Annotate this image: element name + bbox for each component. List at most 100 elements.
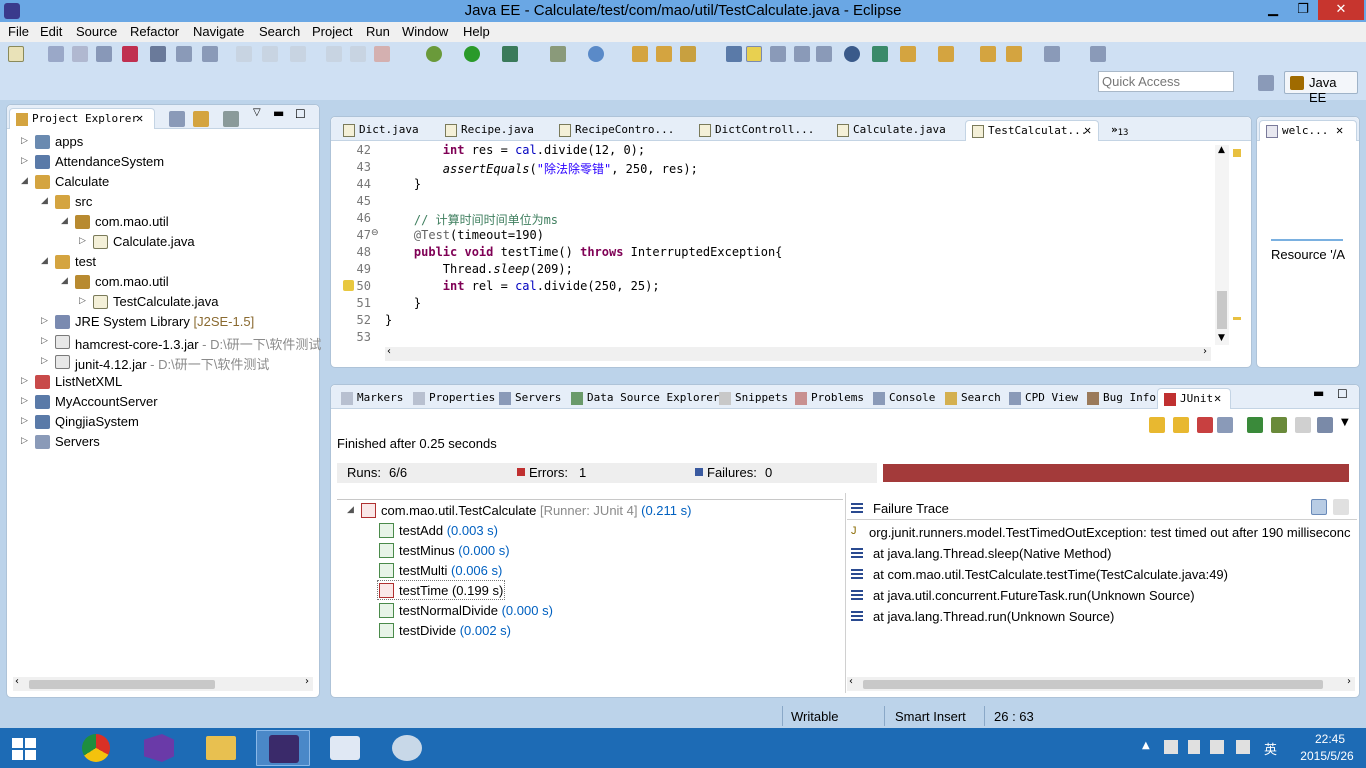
open-web-browser-icon[interactable] xyxy=(588,46,604,62)
view-menu-icon[interactable] xyxy=(223,111,239,127)
menu-file[interactable]: File xyxy=(8,24,29,39)
code-line[interactable]: } xyxy=(385,177,421,191)
tab-welcome[interactable]: welc... ✕ xyxy=(1259,120,1357,141)
code-line[interactable]: int res = cal.divide(12, 0); xyxy=(385,143,645,157)
tab-calculate-java[interactable]: Calculate.java xyxy=(831,120,959,141)
status-insert-mode[interactable]: Smart Insert xyxy=(895,709,966,724)
rerun-failed-icon[interactable] xyxy=(1271,417,1287,433)
tray-network-icon[interactable] xyxy=(1210,740,1224,754)
quick-access-input[interactable]: Quick Access xyxy=(1098,71,1234,92)
chevron-down-icon[interactable]: ▽ xyxy=(253,107,261,118)
scroll-right-icon[interactable]: › xyxy=(305,676,309,687)
globe-icon[interactable] xyxy=(844,46,860,62)
step-icon[interactable] xyxy=(326,46,342,62)
suspend-icon[interactable] xyxy=(350,46,366,62)
next-failure-icon[interactable] xyxy=(1149,417,1165,433)
stop-icon[interactable] xyxy=(1295,417,1311,433)
show-whitespace-icon[interactable] xyxy=(816,46,832,62)
twisty-icon[interactable]: ▷ xyxy=(41,355,51,366)
tab-junit[interactable]: JUnit ✕ xyxy=(1157,388,1231,409)
twisty-icon[interactable]: ▷ xyxy=(21,155,31,166)
prev-edit-icon[interactable] xyxy=(938,46,954,62)
undo-icon[interactable] xyxy=(236,46,252,62)
twisty-icon[interactable]: ▷ xyxy=(21,375,31,386)
twisty-icon[interactable]: ▷ xyxy=(21,435,31,446)
tab-console[interactable]: Console xyxy=(867,388,937,409)
close-button[interactable]: ✕ xyxy=(1318,0,1364,20)
java-ee-perspective-button[interactable]: Java EE xyxy=(1284,71,1358,105)
tab-data-source-explorer[interactable]: Data Source Explorer xyxy=(565,388,719,409)
scroll-left-icon[interactable]: ‹ xyxy=(387,346,391,357)
code-area[interactable]: int res = cal.divide(12, 0); assertEqual… xyxy=(385,143,1211,349)
twisty-icon[interactable]: ▷ xyxy=(79,295,89,306)
previous-failure-icon[interactable] xyxy=(1173,417,1189,433)
trace-hscrollbar[interactable]: ‹ › xyxy=(847,676,1355,691)
link-with-editor-icon[interactable] xyxy=(193,111,209,127)
twisty-icon[interactable]: ◢ xyxy=(41,255,51,266)
tab-properties[interactable]: Properties xyxy=(407,388,495,409)
open-perspective-icon[interactable] xyxy=(1258,75,1274,91)
forward-icon[interactable] xyxy=(1044,46,1060,62)
tab-testcalculate-java[interactable]: TestCalculat... ✕ xyxy=(965,120,1099,141)
save-icon[interactable] xyxy=(48,46,64,62)
fold-collapse-icon[interactable]: ⊖ xyxy=(371,228,379,238)
menu-search[interactable]: Search xyxy=(259,24,300,39)
tab-search[interactable]: Search xyxy=(939,388,1003,409)
twisty-icon[interactable]: ◢ xyxy=(21,175,31,186)
print-icon[interactable] xyxy=(96,46,112,62)
highlight-icon[interactable] xyxy=(746,46,762,62)
input-method-indicator[interactable]: 英 xyxy=(1264,739,1277,758)
search-tool-icon[interactable] xyxy=(680,46,696,62)
twisty-icon[interactable]: ◢ xyxy=(61,275,71,286)
tab-problems[interactable]: Problems xyxy=(789,388,865,409)
compare-result-icon[interactable] xyxy=(1333,499,1349,515)
run-last-tool-icon[interactable] xyxy=(502,46,518,62)
toggle-breadcrumb-icon[interactable] xyxy=(872,46,888,62)
tab-servers[interactable]: Servers xyxy=(493,388,563,409)
close-tab-icon[interactable]: ✕ xyxy=(1214,391,1221,405)
last-edit-icon[interactable] xyxy=(980,46,996,62)
twisty-icon[interactable]: ◢ xyxy=(41,195,51,206)
code-line[interactable]: } xyxy=(385,296,421,310)
new-icon[interactable] xyxy=(8,46,24,62)
clock-time[interactable]: 22:45 xyxy=(1300,732,1360,746)
code-line[interactable]: // 计算时间时间单位为ms xyxy=(385,211,558,228)
toggle-mark-icon[interactable] xyxy=(176,46,192,62)
next-annotation-icon[interactable] xyxy=(770,46,786,62)
taskbar-file-explorer[interactable] xyxy=(194,730,248,766)
code-line[interactable]: int rel = cal.divide(250, 25); xyxy=(385,279,660,293)
maximize-view-icon[interactable]: ☐ xyxy=(1337,387,1348,401)
tab-cpd-view[interactable]: CPD View xyxy=(1003,388,1079,409)
menu-project[interactable]: Project xyxy=(312,24,352,39)
collapse-all-icon[interactable] xyxy=(169,111,185,127)
twisty-icon[interactable]: ▷ xyxy=(21,415,31,426)
tab-bug-info[interactable]: Bug Info xyxy=(1081,388,1157,409)
windows-start-icon[interactable] xyxy=(12,738,36,760)
tool-icon[interactable] xyxy=(150,46,166,62)
close-tab-icon[interactable]: ✕ xyxy=(1336,123,1343,137)
twisty-icon[interactable]: ▷ xyxy=(41,335,51,346)
tab-dict-java[interactable]: Dict.java xyxy=(337,120,437,141)
code-line[interactable]: public void testTime() throws Interrupte… xyxy=(385,245,783,259)
scroll-up-icon[interactable]: ▲ xyxy=(1218,145,1225,155)
code-line[interactable]: assertEquals("除法除零错", 250, res); xyxy=(385,160,698,177)
run-icon[interactable] xyxy=(464,46,480,62)
minimize-view-icon[interactable]: ▬ xyxy=(1313,386,1324,400)
scroll-thumb[interactable] xyxy=(29,680,215,689)
debug-icon[interactable] xyxy=(426,46,442,62)
tray-volume-icon[interactable] xyxy=(1236,740,1250,754)
code-line[interactable]: Thread.sleep(209); xyxy=(385,262,573,276)
tab-markers[interactable]: Markers xyxy=(335,388,405,409)
tab-snippets[interactable]: Snippets xyxy=(713,388,788,409)
show-failures-only-icon[interactable] xyxy=(1197,417,1213,433)
scroll-left-icon[interactable]: ‹ xyxy=(15,676,19,687)
twisty-icon[interactable]: ◢ xyxy=(347,505,354,515)
menu-refactor[interactable]: Refactor xyxy=(130,24,179,39)
resume-icon[interactable] xyxy=(290,46,306,62)
editor-vscrollbar[interactable]: ▲ ▼ xyxy=(1215,145,1229,345)
taskbar-paint[interactable] xyxy=(380,730,434,766)
overview-warning-icon[interactable] xyxy=(1233,149,1241,157)
scroll-thumb[interactable] xyxy=(863,680,1323,689)
prev-annotation-icon[interactable] xyxy=(794,46,810,62)
show-hidden-icons-icon[interactable]: ▲ xyxy=(1142,740,1150,751)
